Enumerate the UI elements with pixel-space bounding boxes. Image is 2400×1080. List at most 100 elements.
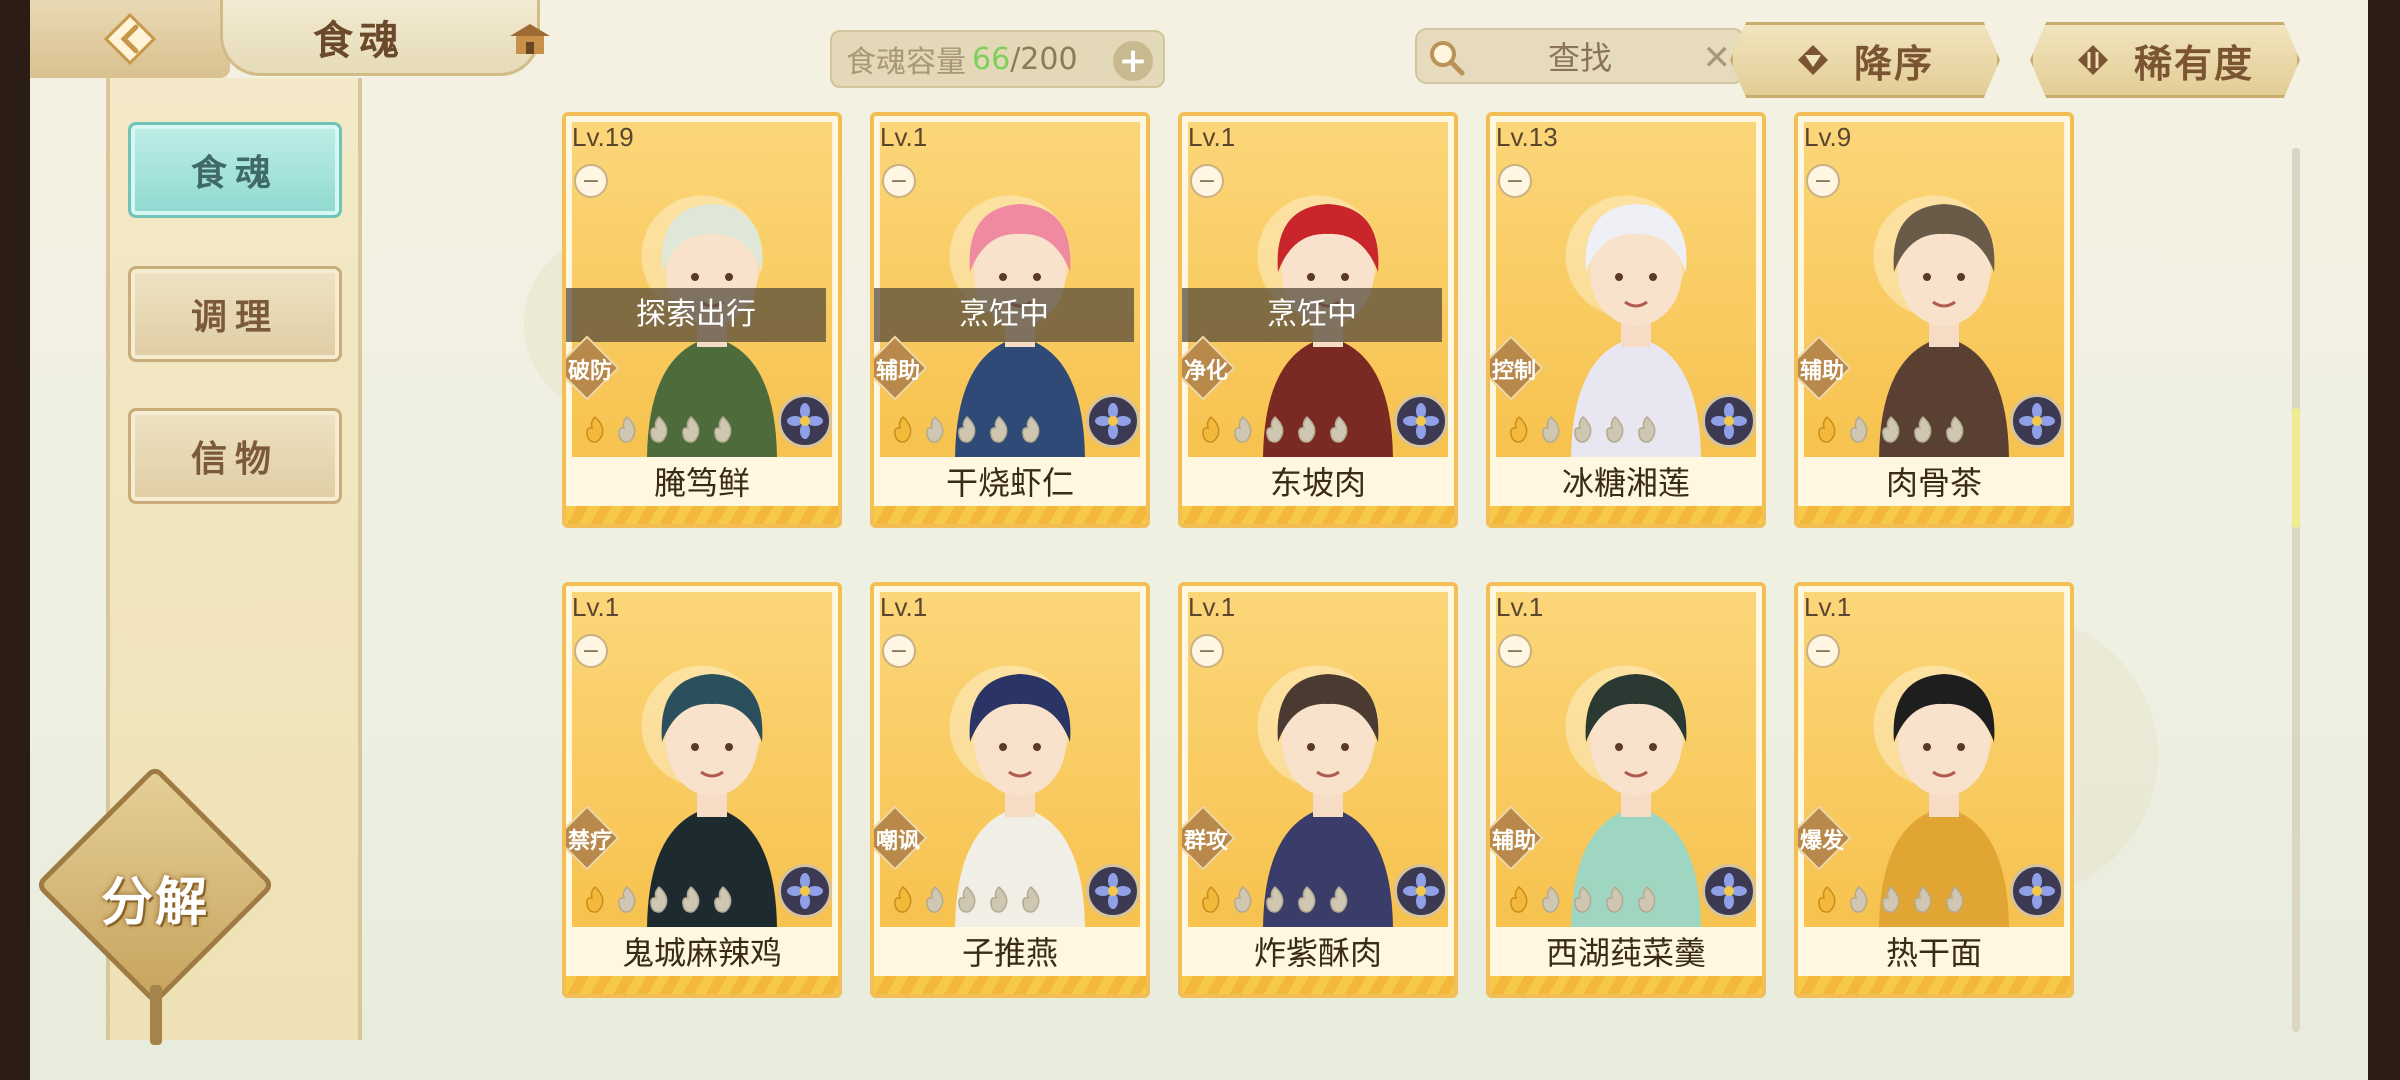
scrollbar-thumb[interactable] [2292, 408, 2300, 528]
flame-star-icon [1850, 415, 1868, 443]
character-portrait [1879, 674, 2009, 927]
role-label: 禁疗 [567, 829, 612, 854]
card-minus-icon[interactable]: − [574, 164, 608, 198]
role-label: 辅助 [1799, 359, 1844, 384]
star-rating [1812, 414, 1970, 444]
search-label: 查找 [1547, 39, 1612, 77]
back-arrow-icon [103, 12, 157, 66]
role-label: 群攻 [1183, 829, 1228, 854]
card-name: 肉骨茶 [1885, 464, 1982, 502]
tassel-decoration [150, 985, 162, 1045]
role-label: 破防 [567, 359, 612, 384]
soul-card[interactable]: Lv.9 − 辅助 肉骨茶 [1794, 112, 2074, 528]
flame-star-icon [618, 415, 636, 443]
card-name: 鬼城麻辣鸡 [621, 934, 782, 972]
flame-star-icon [1510, 885, 1528, 913]
flame-star-icon [958, 885, 976, 913]
flame-star-icon [650, 415, 668, 443]
card-level: Lv.1 [1804, 592, 1852, 622]
flame-star-icon [682, 885, 700, 913]
flame-star-icon [1946, 415, 1964, 443]
soul-card[interactable]: Lv.13 − 控制 冰糖湘莲 [1486, 112, 1766, 528]
scrollbar[interactable] [2292, 148, 2300, 1032]
element-flower-icon [1702, 864, 1756, 918]
sidebar-item-label: 调理 [190, 297, 279, 338]
flame-star-icon [1638, 885, 1656, 913]
card-footer-bar [874, 506, 1146, 524]
flame-star-icon [1330, 885, 1348, 913]
role-badge: 辅助 [1798, 335, 1852, 401]
flame-star-icon [1022, 415, 1040, 443]
character-portrait [1263, 674, 1393, 927]
card-footer-bar [1182, 506, 1454, 524]
role-label: 辅助 [1491, 829, 1536, 854]
flame-star-icon [1914, 885, 1932, 913]
capacity-add-button[interactable]: + [1113, 41, 1153, 81]
sidebar-item-conditioning[interactable]: 调理 [128, 266, 342, 362]
card-minus-icon[interactable]: − [1498, 634, 1532, 668]
sidebar-item-soul[interactable]: 食魂 [128, 122, 342, 218]
star-rating [1812, 884, 1970, 914]
flame-star-icon [714, 415, 732, 443]
role-label: 嘲讽 [875, 829, 920, 854]
soul-card[interactable]: Lv.1 − 烹饪中 净化 东坡肉 [1178, 112, 1458, 528]
element-flower-icon [1086, 394, 1140, 448]
card-footer-bar [1490, 976, 1762, 994]
card-minus-icon[interactable]: − [1498, 164, 1532, 198]
card-footer-bar [1798, 506, 2070, 524]
soul-card[interactable]: Lv.1 − 嘲讽 子推燕 [870, 582, 1150, 998]
sort-order-button[interactable]: 降序 [1730, 22, 2000, 98]
search-field[interactable]: 查找 ✕ [1415, 28, 1745, 84]
flame-star-icon [1574, 885, 1592, 913]
element-flower-icon [778, 864, 832, 918]
soul-card[interactable]: Lv.1 − 烹饪中 辅助 干烧虾仁 [870, 112, 1150, 528]
role-badge: 控制 [1490, 335, 1544, 401]
card-name: 热干面 [1885, 934, 1982, 972]
flame-star-icon [926, 415, 944, 443]
soul-card[interactable]: Lv.1 − 禁疗 鬼城麻辣鸡 [562, 582, 842, 998]
element-flower-icon [1394, 864, 1448, 918]
card-minus-icon[interactable]: − [882, 634, 916, 668]
soul-card[interactable]: Lv.1 − 爆发 热干面 [1794, 582, 2074, 998]
element-flower-icon [2010, 394, 2064, 448]
card-minus-icon[interactable]: − [1806, 634, 1840, 668]
flame-star-icon [650, 885, 668, 913]
card-level: Lv.19 [572, 122, 634, 152]
card-name: 炸紫酥肉 [1253, 934, 1382, 972]
clear-icon[interactable]: ✕ [1703, 38, 1732, 78]
card-minus-icon[interactable]: − [1806, 164, 1840, 198]
flame-star-icon [1882, 885, 1900, 913]
flame-star-icon [1606, 885, 1624, 913]
card-minus-icon[interactable]: − [574, 634, 608, 668]
card-minus-icon[interactable]: − [1190, 164, 1224, 198]
card-level: Lv.1 [1188, 122, 1236, 152]
role-badge: 爆发 [1798, 805, 1852, 871]
flame-star-icon [1202, 415, 1220, 443]
star-rating [1196, 884, 1354, 914]
character-portrait [1571, 674, 1701, 927]
card-minus-icon[interactable]: − [1190, 634, 1224, 668]
star-rating [1196, 414, 1354, 444]
back-button[interactable] [30, 0, 230, 78]
soul-card[interactable]: Lv.19 − 探索出行 破防 腌笃鲜 [562, 112, 842, 528]
star-rating [888, 884, 1046, 914]
soul-card[interactable]: Lv.1 − 群攻 炸紫酥肉 [1178, 582, 1458, 998]
sort-key-button[interactable]: 稀有度 [2030, 22, 2300, 98]
soul-card[interactable]: Lv.1 − 辅助 西湖莼菜羹 [1486, 582, 1766, 998]
sidebar-item-tokens[interactable]: 信物 [128, 408, 342, 504]
flame-star-icon [586, 885, 604, 913]
card-level: Lv.9 [1804, 122, 1852, 152]
home-icon[interactable] [500, 18, 560, 62]
capacity-label: 食魂容量 [846, 45, 966, 80]
sidebar-item-label: 信物 [190, 439, 279, 480]
card-minus-icon[interactable]: − [882, 164, 916, 198]
card-status: 探索出行 [566, 288, 826, 342]
card-name: 冰糖湘莲 [1561, 464, 1690, 502]
card-level: Lv.1 [880, 122, 928, 152]
role-badge: 禁疗 [566, 805, 620, 871]
flame-star-icon [1574, 415, 1592, 443]
flame-star-icon [1202, 885, 1220, 913]
flame-star-icon [1850, 885, 1868, 913]
card-level: Lv.1 [1496, 592, 1544, 622]
sidebar-item-label: 食魂 [190, 153, 279, 194]
